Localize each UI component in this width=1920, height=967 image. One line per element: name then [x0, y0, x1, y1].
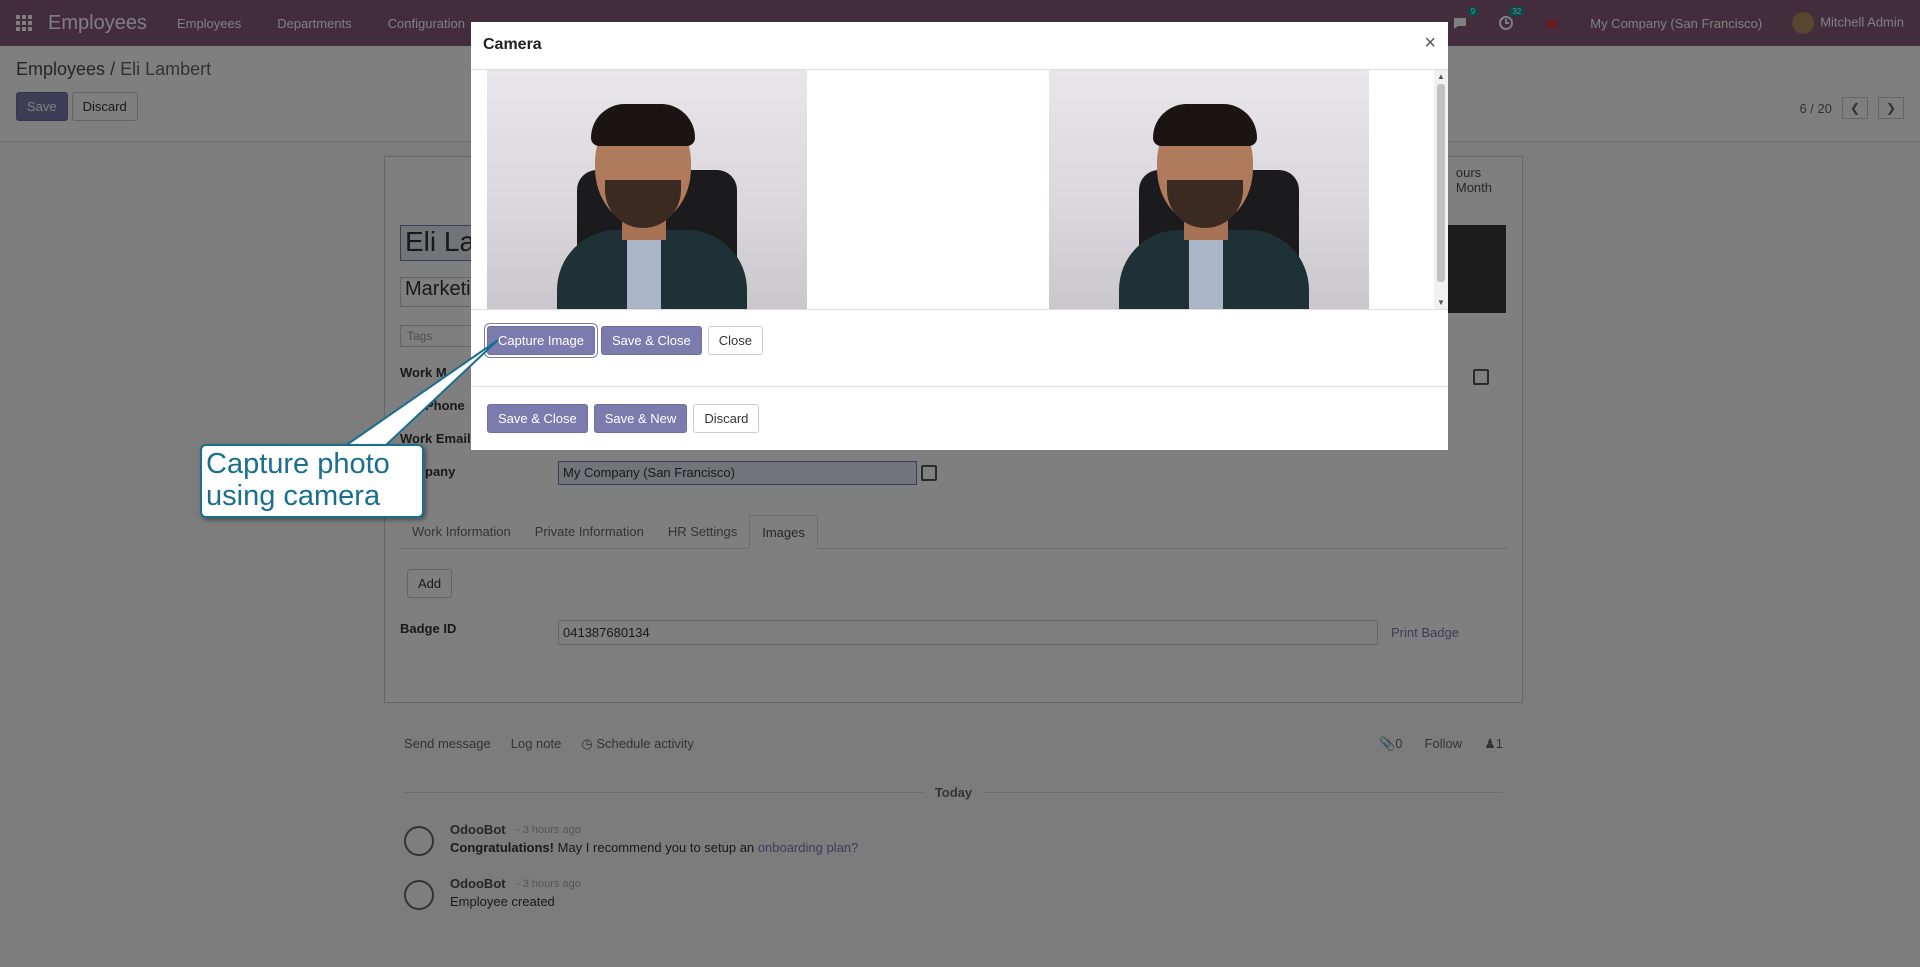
camera-dialog-title: Camera: [483, 36, 542, 53]
camera-dialog: Camera × ▲ ▼ Capture Image Save & Close …: [471, 22, 1448, 374]
captured-image-preview: [1049, 70, 1369, 310]
callout-line2: using camera: [206, 480, 381, 512]
tutorial-callout: Capture photo using camera: [200, 444, 424, 518]
camera-live-feed: [487, 70, 807, 310]
save-close-button[interactable]: Save & Close: [487, 404, 588, 433]
camera-dialog-body: ▲ ▼: [471, 70, 1448, 332]
close-camera-button[interactable]: Close: [707, 326, 764, 355]
callout-line1: Capture photo: [206, 448, 390, 480]
camera-dialog-footer: Capture Image Save & Close Close: [471, 309, 1448, 374]
scroll-up-icon[interactable]: ▲: [1437, 72, 1445, 81]
save-new-button[interactable]: Save & New: [593, 404, 688, 433]
dialog-footer-divider: [471, 386, 1448, 387]
discard-dialog-button[interactable]: Discard: [693, 404, 760, 433]
dialog-scrollbar[interactable]: ▲ ▼: [1434, 70, 1448, 310]
scroll-down-icon[interactable]: ▼: [1437, 298, 1445, 307]
capture-image-button[interactable]: Capture Image: [487, 326, 595, 355]
save-close-camera-button[interactable]: Save & Close: [601, 326, 702, 355]
scrollbar-thumb[interactable]: [1437, 84, 1445, 282]
camera-dialog-header: Camera ×: [471, 22, 1448, 70]
close-icon[interactable]: ×: [1424, 32, 1436, 55]
